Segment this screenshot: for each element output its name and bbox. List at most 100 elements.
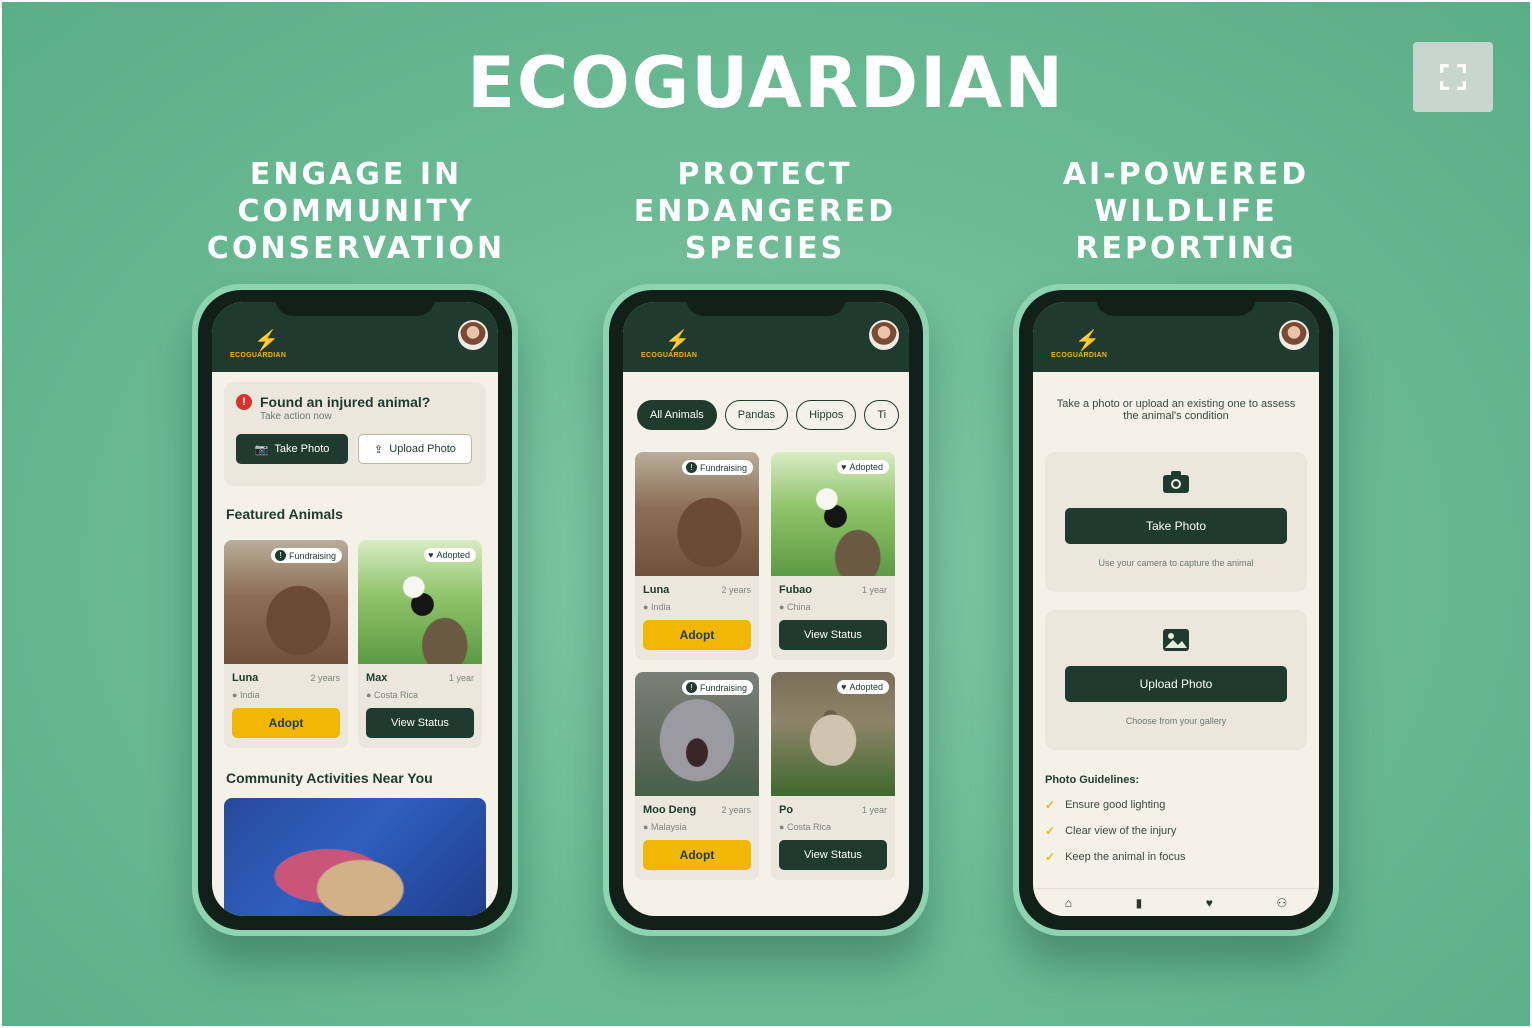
animal-name: Luna [232,672,259,684]
featured-animals-list: ! Fundraising Luna 2 years ● India Adopt [212,540,498,748]
image-icon [1065,628,1287,656]
phone-endangered: ⚡ ECOGUARDIAN All Animals Pandas Hippos … [603,284,929,936]
badge-label: Fundraising [699,682,747,693]
page-title: ECOGUARDIAN [467,42,1065,124]
animal-name: Luna [643,584,670,596]
guideline-item: ✓ Clear view of the injury [1045,824,1319,838]
location-pin-icon: ● [366,690,372,700]
bolt-icon: ⚡ [1075,330,1100,352]
adopt-button[interactable]: Adopt [643,840,751,870]
bolt-icon: ⚡ [254,330,279,352]
camera-icon [1065,470,1287,498]
badge-label: Fundraising [288,550,336,561]
view-status-button[interactable]: View Status [366,708,474,738]
community-activities-title: Community Activities Near You [226,770,433,786]
info-icon: ! [685,682,697,693]
chip-tigers[interactable]: Ti [864,400,900,430]
animal-photo: ! Fundraising [224,540,348,664]
avatar[interactable] [458,320,488,350]
animal-card[interactable]: ! Fundraising Luna 2 years ● India Adopt [224,540,348,748]
badge-label: Adopted [849,462,883,472]
view-status-button[interactable]: View Status [779,620,887,650]
expand-icon [1440,64,1466,90]
animal-card[interactable]: ! Fundraising Luna 2 years ● India Adopt [635,452,759,660]
badge-label: Adopted [436,550,470,560]
heart-icon[interactable]: ♥ [1206,896,1213,910]
adopt-button[interactable]: Adopt [232,708,340,738]
community-icon[interactable]: ⚇ [1276,896,1287,910]
chip-all-animals[interactable]: All Animals [637,400,717,430]
phone-notch [275,290,435,316]
animal-photo: ! Fundraising [635,672,759,796]
community-activity-photo[interactable] [224,798,486,916]
upload-photo-button[interactable]: Upload Photo [1065,666,1287,702]
animal-location: India [239,690,260,700]
heading-endangered: PROTECT ENDANGERED SPECIES [633,157,897,266]
heart-icon: ♥ [428,550,434,560]
chip-hippos[interactable]: Hippos [796,400,857,430]
view-status-button[interactable]: View Status [779,840,887,870]
badge-label: Fundraising [699,462,747,473]
animal-age: 1 year [861,585,887,595]
check-icon: ✓ [1045,798,1056,812]
bolt-icon: ⚡ [665,330,690,352]
animal-location: China [786,602,811,612]
app-logo[interactable]: ECOGUARDIAN [641,352,697,359]
phone-screen: ⚡ ECOGUARDIAN ! Found an injured animal?… [212,302,498,916]
location-pin-icon: ● [779,822,785,832]
avatar[interactable] [1279,320,1309,350]
chip-pandas[interactable]: Pandas [724,400,789,430]
app-logo[interactable]: ECOGUARDIAN [1051,352,1107,359]
animal-name: Po [779,804,794,816]
report-icon[interactable]: ▮ [1136,896,1143,910]
animal-grid: ! Fundraising Luna 2 years ● India Adopt [623,430,909,880]
heading-community: ENGAGE IN COMMUNITY CONSERVATION [206,157,506,266]
guideline-text: Clear view of the injury [1065,825,1177,837]
featured-animals-title: Featured Animals [226,506,343,522]
phone-screen: ⚡ ECOGUARDIAN All Animals Pandas Hippos … [623,302,909,916]
animal-card[interactable]: ♥ Adopted Max 1 year ● Costa Rica View S… [358,540,482,748]
animal-location: Costa Rica [786,822,831,832]
info-icon: ! [685,462,697,473]
home-icon[interactable]: ⌂ [1065,896,1072,910]
status-badge: ! Fundraising [681,460,753,475]
check-icon: ✓ [1045,824,1056,838]
phone-notch [686,290,846,316]
animal-age: 2 years [721,585,751,595]
app-logo[interactable]: ECOGUARDIAN [230,352,286,359]
species-filter-chips: All Animals Pandas Hippos Ti [623,372,909,430]
badge-label: Adopted [849,682,883,692]
phone-screen: ⚡ ECOGUARDIAN Take a photo or upload an … [1033,302,1319,916]
avatar[interactable] [869,320,899,350]
alert-icon: ! [236,394,252,410]
upload-photo-card: Upload Photo Choose from your gallery [1045,610,1307,750]
adopt-button[interactable]: Adopt [643,620,751,650]
heading-ai-reporting: AI-POWERED WILDLIFE REPORTING [1062,157,1310,266]
animal-name: Fubao [779,584,812,596]
animal-card[interactable]: ! Fundraising Moo Deng 2 years ● Malaysi… [635,672,759,880]
guideline-item: ✓ Keep the animal in focus [1045,850,1319,864]
status-badge: ! Fundraising [270,548,342,563]
status-badge: ♥ Adopted [837,680,889,694]
heart-icon: ♥ [841,462,847,472]
location-pin-icon: ● [232,690,238,700]
animal-card[interactable]: ♥ Adopted Fubao 1 year ● China View Stat… [771,452,895,660]
photo-guidelines-title: Photo Guidelines: [1045,774,1140,786]
expand-button[interactable] [1413,42,1493,112]
animal-photo: ! Fundraising [635,452,759,576]
upload-photo-button[interactable]: ⇪ Upload Photo [358,434,472,464]
take-photo-button[interactable]: 📷 Take Photo [236,434,348,464]
upload-photo-hint: Choose from your gallery [1125,716,1227,726]
status-badge: ♥ Adopted [424,548,476,562]
take-photo-hint: Use your camera to capture the animal [1098,558,1254,568]
animal-location: India [650,602,671,612]
animal-name: Moo Deng [643,804,697,816]
animal-location: Malaysia [650,822,687,832]
upload-photo-label: Upload Photo [389,443,456,455]
location-pin-icon: ● [643,822,649,832]
location-pin-icon: ● [643,602,649,612]
take-photo-button[interactable]: Take Photo [1065,508,1287,544]
camera-icon: 📷 [254,443,269,456]
animal-card[interactable]: ♥ Adopted Po 1 year ● Costa Rica View St… [771,672,895,880]
guideline-item: ✓ Ensure good lighting [1045,798,1319,812]
